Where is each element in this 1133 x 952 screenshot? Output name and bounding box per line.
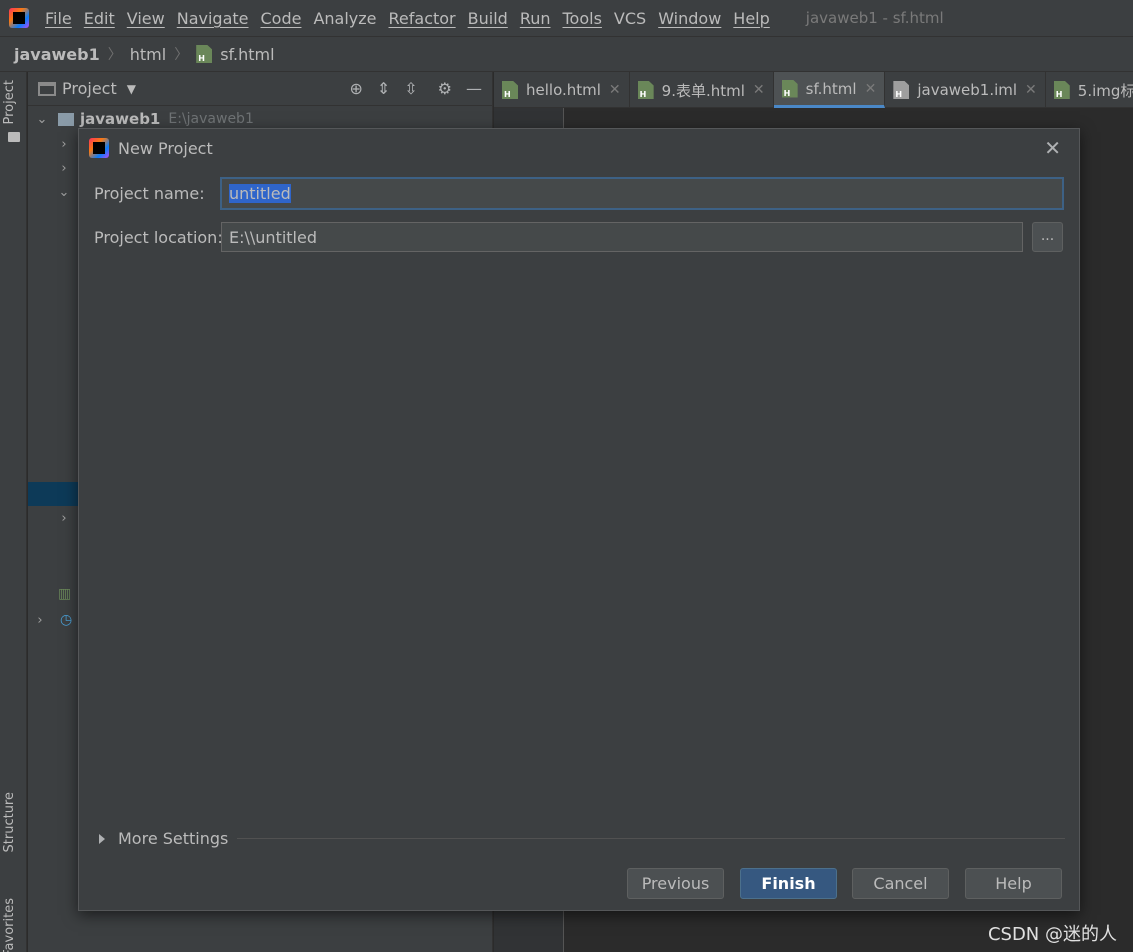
browse-button[interactable]: ... [1032,222,1063,252]
menu-navigate[interactable]: Navigate [171,9,255,28]
locate-icon[interactable]: ⊕ [349,79,362,98]
divider [237,838,1065,839]
finish-button[interactable]: Finish [740,868,837,899]
project-name-value: untitled [229,184,291,203]
project-location-input[interactable]: E:\\untitled [221,222,1023,252]
chevron-right-icon[interactable]: › [30,613,50,628]
chevron-right-icon: 〉 [174,47,189,63]
menu-help[interactable]: Help [727,9,775,28]
close-icon[interactable]: ✕ [609,82,621,98]
project-name-input[interactable]: untitled [220,177,1064,210]
tool-tab-structure[interactable]: Structure [2,792,17,852]
html-file-icon [196,45,213,63]
tool-tab-project[interactable]: Project [2,80,17,124]
html-file-icon [1053,81,1070,99]
tab-hello-html[interactable]: hello.html ✕ [494,72,630,108]
tab-img-html[interactable]: 5.img标 [1046,72,1133,108]
menu-view[interactable]: View [121,9,171,28]
close-icon[interactable]: ✕ [865,81,877,97]
gear-icon[interactable]: ⚙ [438,79,452,98]
dialog-title: New Project [118,138,213,158]
libraries-icon: ▥ [58,586,72,602]
tool-tab-favorites[interactable]: Favorites [2,898,17,952]
chevron-down-icon[interactable]: ⌄ [32,112,52,127]
close-icon[interactable]: ✕ [1044,136,1061,160]
chevron-right-icon: 〉 [107,47,122,63]
tree-root-path: E:\javaweb1 [168,111,254,127]
project-panel-header: Project ▼ ⊕ ⇕ ⇳ ⚙ — [28,72,492,106]
breadcrumb-file[interactable]: sf.html [220,45,274,64]
html-file-icon [502,81,518,99]
menu-build[interactable]: Build [462,9,514,28]
scratches-icon: ◷ [60,612,73,628]
triangle-right-icon [99,833,105,844]
more-settings-toggle[interactable]: More Settings [99,829,228,848]
project-panel-title[interactable]: Project [62,79,117,98]
collapse-all-icon[interactable]: ⇳ [404,79,417,98]
tab-label: 9.表单.html [661,81,745,100]
dialog-title-bar: New Project ✕ [79,129,1079,167]
new-project-dialog: New Project ✕ Project name: untitled Pro… [78,128,1080,911]
watermark: CSDN @迷的人 [987,924,1117,945]
tab-label: 5.img标 [1077,81,1133,100]
tab-javaweb1-iml[interactable]: javaweb1.iml ✕ [885,72,1046,108]
menu-edit[interactable]: Edit [78,9,121,28]
help-button[interactable]: Help [965,868,1062,899]
left-tool-strip: Project Structure Favorites [0,72,27,952]
menu-vcs[interactable]: VCS [608,9,652,28]
tab-biaodan-html[interactable]: 9.表单.html ✕ [630,72,774,108]
html-file-icon [637,81,654,99]
intellij-logo-icon [9,8,29,28]
menu-run[interactable]: Run [514,9,557,28]
close-icon[interactable]: ✕ [753,82,765,98]
iml-file-icon [893,81,910,99]
project-location-label: Project location: [94,228,223,247]
close-icon[interactable]: ✕ [1025,82,1037,98]
folder-icon [8,132,20,142]
project-name-label: Project name: [94,184,205,203]
menu-code[interactable]: Code [255,9,308,28]
module-folder-icon [58,112,74,126]
chevron-down-icon[interactable]: ⌄ [54,185,74,200]
menu-analyze[interactable]: Analyze [307,9,382,28]
chevron-right-icon[interactable]: › [54,161,74,176]
tab-label: sf.html [805,79,857,98]
tab-label: hello.html [526,81,601,99]
breadcrumb: javaweb1 〉 html 〉 sf.html [0,36,1133,72]
menu-tools[interactable]: Tools [557,9,608,28]
breadcrumb-project[interactable]: javaweb1 [14,45,100,64]
menu-refactor[interactable]: Refactor [383,9,462,28]
window-title: javaweb1 - sf.html [805,9,944,27]
chevron-right-icon[interactable]: › [54,511,74,526]
cancel-button[interactable]: Cancel [852,868,949,899]
dropdown-arrow-icon[interactable]: ▼ [127,82,136,96]
tab-sf-html[interactable]: sf.html ✕ [773,72,886,108]
previous-button[interactable]: Previous [627,868,724,899]
tab-label: javaweb1.iml [917,81,1018,99]
project-view-icon [38,81,56,96]
menu-bar: File Edit View Navigate Code Analyze Ref… [0,0,1133,36]
expand-all-icon[interactable]: ⇕ [377,79,390,98]
menu-window[interactable]: Window [652,9,727,28]
menu-file[interactable]: File [39,9,78,28]
tree-root-name: javaweb1 [80,110,161,128]
chevron-right-icon[interactable]: › [54,137,74,152]
more-settings-label: More Settings [118,829,229,848]
intellij-logo-icon [89,138,109,158]
editor-tab-bar: hello.html ✕ 9.表单.html ✕ sf.html ✕ javaw… [494,72,1133,108]
minimize-icon[interactable]: — [466,79,482,98]
html-file-icon [781,79,798,98]
project-location-value: E:\\untitled [229,227,317,247]
breadcrumb-folder[interactable]: html [130,45,166,64]
